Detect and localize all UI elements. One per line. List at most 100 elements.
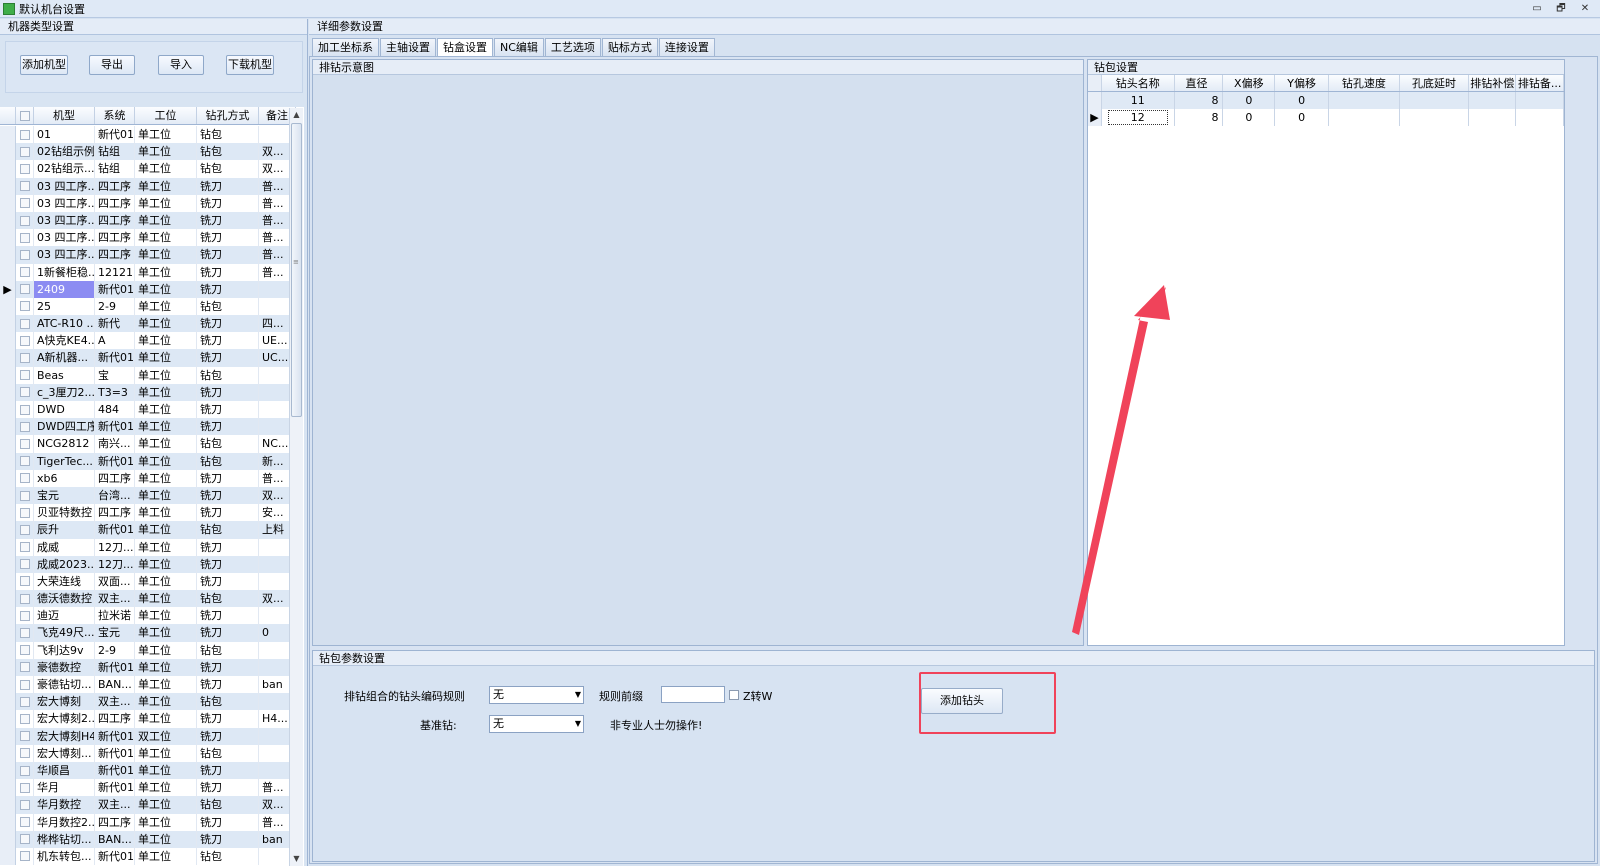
drillbox-column[interactable]: 排钻备... <box>1516 75 1564 91</box>
row-checkbox[interactable] <box>16 572 34 591</box>
cell-drill-name[interactable]: 11 <box>1102 92 1175 109</box>
cell-delay[interactable] <box>1400 92 1470 109</box>
tab-5[interactable]: 贴标方式 <box>601 38 658 56</box>
prefix-input[interactable] <box>661 686 725 703</box>
row-checkbox[interactable] <box>16 676 34 694</box>
table-row[interactable]: ATC-R10 ... 新代 单工位 铣刀 四... <box>0 315 296 333</box>
cell-drill-name[interactable]: 12 <box>1102 109 1175 126</box>
drillbox-column[interactable]: 孔底延时 <box>1400 75 1470 91</box>
row-checkbox[interactable] <box>16 177 34 195</box>
drillbox-column[interactable]: 钻头名称 <box>1102 75 1175 91</box>
row-checkbox[interactable] <box>16 779 34 797</box>
row-checkbox[interactable] <box>16 590 34 608</box>
scroll-up-icon[interactable]: ▲ <box>290 108 303 122</box>
row-checkbox[interactable] <box>16 297 34 316</box>
tab-3[interactable]: NC编辑 <box>494 38 544 56</box>
row-checkbox[interactable] <box>16 761 34 780</box>
row-checkbox[interactable] <box>16 401 34 419</box>
export-button[interactable]: 导出 <box>89 55 135 75</box>
row-checkbox[interactable] <box>16 486 34 505</box>
table-row[interactable]: 大荣连线 双面... 单工位 铣刀 <box>0 572 296 591</box>
row-checkbox[interactable] <box>16 349 34 367</box>
download-machine-button[interactable]: 下载机型 <box>226 55 274 75</box>
table-row[interactable]: 华月 新代01 单工位 铣刀 普... <box>0 779 296 797</box>
tab-1[interactable]: 主轴设置 <box>380 38 436 56</box>
table-row[interactable]: 飞克49尺... 宝元 单工位 铣刀 0 <box>0 624 296 642</box>
drillbox-column[interactable]: 排钻补偿 <box>1469 75 1517 91</box>
table-row[interactable]: 01 新代01 单工位 钻包 <box>0 126 296 144</box>
row-checkbox[interactable] <box>16 469 34 487</box>
table-row[interactable]: c_3厘刀2... T3=3 单工位 铣刀 <box>0 383 296 401</box>
row-checkbox[interactable] <box>16 710 34 728</box>
cell-speed[interactable] <box>1329 92 1400 109</box>
cell-backup[interactable] <box>1516 92 1564 109</box>
cell-speed[interactable] <box>1329 109 1400 126</box>
table-row[interactable]: A快克KE4... A 单工位 铣刀 UE... <box>0 332 296 350</box>
row-checkbox[interactable] <box>16 504 34 522</box>
tab-0[interactable]: 加工坐标系 <box>312 38 379 56</box>
table-row[interactable]: DWD 484 单工位 铣刀 <box>0 401 296 419</box>
tab-6[interactable]: 连接设置 <box>658 38 715 56</box>
cell-compensation[interactable] <box>1469 109 1517 126</box>
cell-x-offset[interactable]: 0 <box>1223 92 1276 109</box>
cell-y-offset[interactable]: 0 <box>1275 92 1329 109</box>
table-row[interactable]: NCG2812 南兴... 单工位 钻包 NC... <box>0 435 296 453</box>
row-checkbox[interactable] <box>16 452 34 470</box>
table-row[interactable]: 宏大博刻... 新代01 单工位 钻包 <box>0 744 296 762</box>
tab-2[interactable]: 钻盒设置 <box>437 38 493 57</box>
row-checkbox[interactable] <box>16 246 34 264</box>
row-checkbox[interactable] <box>16 263 34 281</box>
table-row[interactable]: 桦桦钻切... BAN... 单工位 铣刀 ban <box>0 830 296 848</box>
row-checkbox[interactable] <box>16 194 34 212</box>
row-checkbox[interactable] <box>16 143 34 161</box>
table-row[interactable]: 03 四工序... 四工序 单工位 铣刀 普... <box>0 211 296 230</box>
minimize-icon[interactable]: ▭ <box>1528 1 1546 16</box>
table-row[interactable]: 豪德钻切... BAN... 单工位 铣刀 ban <box>0 676 296 694</box>
table-row[interactable]: 豪德数控 新代01 单工位 铣刀 <box>0 658 296 676</box>
restore-icon[interactable]: 🗗 <box>1552 1 1570 16</box>
table-row[interactable]: 华顺昌 新代01 单工位 铣刀 <box>0 761 296 780</box>
row-checkbox[interactable] <box>16 126 34 144</box>
table-row[interactable]: 03 四工序... 四工序 单工位 铣刀 普... <box>0 177 296 195</box>
row-checkbox[interactable] <box>16 641 34 659</box>
table-row[interactable]: 成威 12刀... 单工位 铣刀 <box>0 538 296 556</box>
row-checkbox[interactable] <box>16 744 34 762</box>
cell-y-offset[interactable]: 0 <box>1275 109 1329 126</box>
row-checkbox[interactable] <box>16 332 34 350</box>
row-checkbox[interactable] <box>16 211 34 230</box>
cell-backup[interactable] <box>1516 109 1564 126</box>
row-checkbox[interactable] <box>16 280 34 298</box>
table-row[interactable]: xb6 四工序 单工位 铣刀 普... <box>0 469 296 487</box>
tab-4[interactable]: 工艺选项 <box>544 38 601 56</box>
row-checkbox[interactable] <box>16 435 34 453</box>
cell-x-offset[interactable]: 0 <box>1223 109 1276 126</box>
table-row[interactable]: 华月数控 双主... 单工位 钻包 双... <box>0 796 296 814</box>
table-row[interactable]: DWD四工序 新代01 单工位 铣刀 <box>0 418 296 436</box>
drillbox-column[interactable]: Y偏移 <box>1275 75 1329 91</box>
table-row[interactable]: 辰升 新代01 单工位 钻包 上料 <box>0 521 296 539</box>
table-row[interactable]: 03 四工序... 四工序 单工位 铣刀 普... <box>0 246 296 264</box>
table-row[interactable]: 宏大博刻 双主... 单工位 钻包 <box>0 693 296 711</box>
add-drill-button[interactable]: 添加钻头 <box>921 688 1003 714</box>
table-row[interactable]: 德沃德数控 双主... 单工位 钻包 双... <box>0 590 296 608</box>
drillbox-row[interactable]: 11 8 0 0 <box>1088 92 1564 109</box>
row-checkbox[interactable] <box>16 418 34 436</box>
row-checkbox[interactable] <box>16 796 34 814</box>
row-checkbox[interactable] <box>16 624 34 642</box>
column-name[interactable]: 机型 <box>34 107 95 124</box>
row-checkbox[interactable] <box>16 607 34 625</box>
import-button[interactable]: 导入 <box>158 55 204 75</box>
table-row[interactable]: 华月数控2... 四工序 单工位 铣刀 普... <box>0 813 296 831</box>
machine-grid-scrollbar[interactable]: ▲ ≡ ▼ <box>289 108 303 866</box>
close-icon[interactable]: ✕ <box>1576 1 1594 16</box>
table-row[interactable]: 03 四工序... 四工序 单工位 铣刀 普... <box>0 194 296 212</box>
table-row[interactable]: 宝元 台湾... 单工位 铣刀 双... <box>0 486 296 505</box>
row-checkbox[interactable] <box>16 521 34 539</box>
row-checkbox[interactable] <box>16 383 34 401</box>
row-checkbox[interactable] <box>16 366 34 384</box>
table-row[interactable]: Beas 宝单工位 钻包 <box>0 366 296 384</box>
cell-compensation[interactable] <box>1469 92 1517 109</box>
table-row[interactable]: 宏大博刻H4 新代01 双工位 铣刀 <box>0 727 296 745</box>
cell-diameter[interactable]: 8 <box>1175 109 1224 126</box>
base-drill-select[interactable]: 无 ▼ <box>489 715 584 733</box>
